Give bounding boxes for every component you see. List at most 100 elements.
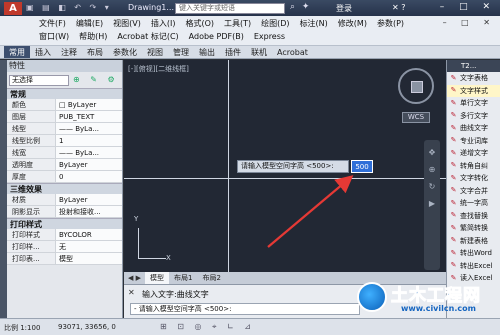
menu-item[interactable]: 文件(F) (34, 17, 71, 31)
showmotion-icon[interactable]: ▶ (424, 199, 440, 208)
layout-nav-arrows[interactable]: ◀ ▶ (124, 272, 145, 284)
quick-access-toolbar[interactable]: ▣ ▤ ◧ ↶ ↷ ▾ (26, 3, 112, 12)
help-icon[interactable]: ✕ ? (392, 3, 406, 12)
ribbon-tab[interactable]: 输出 (194, 46, 220, 58)
selection-dropdown[interactable]: 无选择 (9, 75, 69, 86)
text-height-input[interactable]: 500 (351, 160, 373, 173)
property-value[interactable]: —— ByLa... (55, 123, 122, 134)
property-row[interactable]: 打印样式 BYCOLOR (7, 229, 122, 241)
wcs-button[interactable]: WCS (402, 112, 430, 123)
menu-window-controls[interactable]: – □ ✕ (443, 18, 496, 27)
menu-item[interactable]: 修改(M) (333, 17, 372, 31)
property-value[interactable]: 模型 (55, 253, 122, 264)
menu-item[interactable]: 编辑(E) (71, 17, 108, 31)
ribbon-tab[interactable]: 管理 (168, 46, 194, 58)
tool-palette-item[interactable]: ✎ 曲线文字 (447, 122, 500, 135)
property-row[interactable]: 厚度 0 (7, 171, 122, 183)
viewcube-icon[interactable] (398, 68, 434, 104)
tool-palette-item[interactable]: ✎ 文字样式 (447, 84, 500, 97)
property-row[interactable]: 颜色 □ ByLayer (7, 99, 122, 111)
tool-palette-item[interactable]: ✎ 转出Excel (447, 260, 500, 273)
ribbon-tab[interactable]: 布局 (82, 46, 108, 58)
property-value[interactable]: PUB_TEXT (55, 111, 122, 122)
ribbon-tab[interactable]: 常用 (4, 46, 30, 58)
tool-palette-item[interactable]: ✎ 单行文字 (447, 97, 500, 110)
tool-palette-item[interactable]: ✎ 统一字高 (447, 197, 500, 210)
section-general[interactable]: 常规 (7, 88, 122, 99)
tool-palette-item[interactable]: ✎ 转出Word (447, 247, 500, 260)
ribbon-tab[interactable]: 插件 (220, 46, 246, 58)
menu-item[interactable]: 插入(I) (146, 17, 181, 31)
menu-item[interactable]: 帮助(H) (74, 30, 112, 44)
orbit-icon[interactable]: ↻ (424, 182, 440, 191)
status-toggle-icons[interactable]: ⊞ ⊡ ◎ ⌖ ∟ ⊿ (160, 322, 255, 332)
property-value[interactable]: 投射和接收... (55, 206, 122, 217)
ribbon-tab[interactable]: 注释 (56, 46, 82, 58)
property-value[interactable]: ByLayer (55, 159, 122, 170)
property-value[interactable]: 1 (55, 135, 122, 146)
annotation-scale[interactable]: 比例 1:100 (4, 323, 40, 333)
tab-layout1[interactable]: 布局1 (169, 272, 197, 284)
menu-item[interactable]: 格式(O) (180, 17, 219, 31)
property-row[interactable]: 阴影显示 投射和接收... (7, 206, 122, 218)
menu-item[interactable]: 视图(V) (108, 17, 146, 31)
command-input[interactable]: - 请输入模型空间字高 <500>: (130, 303, 360, 315)
menu-item[interactable]: Acrobat 标记(C) (112, 30, 183, 44)
menu-item[interactable]: Adobe PDF(B) (184, 30, 249, 44)
property-row[interactable]: 透明度 ByLayer (7, 159, 122, 171)
search-input[interactable]: 键入关键字或短语 (175, 3, 285, 14)
menu-item[interactable]: Express (249, 30, 290, 44)
title-search-icon[interactable]: ⌕ ✦ (290, 2, 311, 12)
property-value[interactable]: ByLayer (55, 194, 122, 205)
ribbon-tab[interactable]: Acrobat (272, 46, 313, 58)
menu-item[interactable]: 工具(T) (219, 17, 256, 31)
tool-palette-item[interactable]: ✎ 转角自纠 (447, 160, 500, 173)
ribbon-tab[interactable]: 联机 (246, 46, 272, 58)
menu-item[interactable]: 参数(P) (372, 17, 409, 31)
viewcube-face[interactable] (411, 81, 423, 93)
autocad-logo-icon[interactable]: A (4, 2, 22, 15)
ribbon-tab[interactable]: 参数化 (108, 46, 142, 58)
menu-item[interactable]: 窗口(W) (34, 30, 74, 44)
property-row[interactable]: 线型 —— ByLa... (7, 123, 122, 135)
property-value[interactable]: —— ByLa... (55, 147, 122, 158)
property-value[interactable]: 0 (55, 171, 122, 182)
section-print-style[interactable]: 打印样式 (7, 218, 122, 229)
ribbon-tab[interactable]: 插入 (30, 46, 56, 58)
tool-palette-item[interactable]: ✎ 递增文字 (447, 147, 500, 160)
tool-palette-header[interactable]: T2... (447, 60, 500, 72)
property-value[interactable]: □ ByLayer (55, 99, 122, 110)
tool-palette-item[interactable]: ✎ 文字合并 (447, 185, 500, 198)
property-row[interactable]: 图层 PUB_TEXT (7, 111, 122, 123)
command-close-icon[interactable]: ✕ (128, 288, 135, 297)
zoom-icon[interactable]: ⊕ (424, 165, 440, 174)
tab-model[interactable]: 模型 (145, 272, 169, 284)
tool-palette-item[interactable]: ✎ 文字转化 (447, 172, 500, 185)
ribbon-tab[interactable]: 视图 (142, 46, 168, 58)
viewport-label[interactable]: [-][俯视][二维线框] (128, 64, 189, 74)
quick-select-icon[interactable]: ⊕ ✎ ⚙ (73, 75, 119, 84)
tab-layout2[interactable]: 布局2 (197, 272, 225, 284)
section-3d-effects[interactable]: 三维效果 (7, 183, 122, 194)
palette-side-strip[interactable] (0, 60, 7, 318)
tool-palette-item[interactable]: ✎ 文字表格 (447, 72, 500, 85)
tool-palette-item[interactable]: ✎ 多行文字 (447, 110, 500, 123)
tool-palette-item[interactable]: ✎ 查找替换 (447, 210, 500, 223)
property-value[interactable]: BYCOLOR (55, 229, 122, 240)
tool-palette-item[interactable]: ✎ 繁简转换 (447, 222, 500, 235)
tool-palette-item[interactable]: ✎ 新建表格 (447, 235, 500, 248)
property-row[interactable]: 线宽 —— ByLa... (7, 147, 122, 159)
property-row[interactable]: 打印表... 模型 (7, 253, 122, 265)
window-controls[interactable]: – □ ✕ (440, 2, 496, 12)
drawing-canvas[interactable]: [-][俯视][二维线框] WCS ✥ ⊕ ↻ ▶ 请输入模型空间字高 <500… (124, 60, 446, 272)
menu-item[interactable]: 绘图(D) (256, 17, 294, 31)
property-row[interactable]: 打印样... 无 (7, 241, 122, 253)
property-value[interactable]: 无 (55, 241, 122, 252)
navigation-bar[interactable]: ✥ ⊕ ↻ ▶ (424, 140, 440, 270)
pan-icon[interactable]: ✥ (424, 148, 440, 157)
property-row[interactable]: 材质 ByLayer (7, 194, 122, 206)
menu-item[interactable]: 标注(N) (295, 17, 333, 31)
login-link[interactable]: 登录 (336, 3, 352, 14)
property-row[interactable]: 线型比例 1 (7, 135, 122, 147)
tool-palette-item[interactable]: ✎ 专业词库 (447, 135, 500, 148)
